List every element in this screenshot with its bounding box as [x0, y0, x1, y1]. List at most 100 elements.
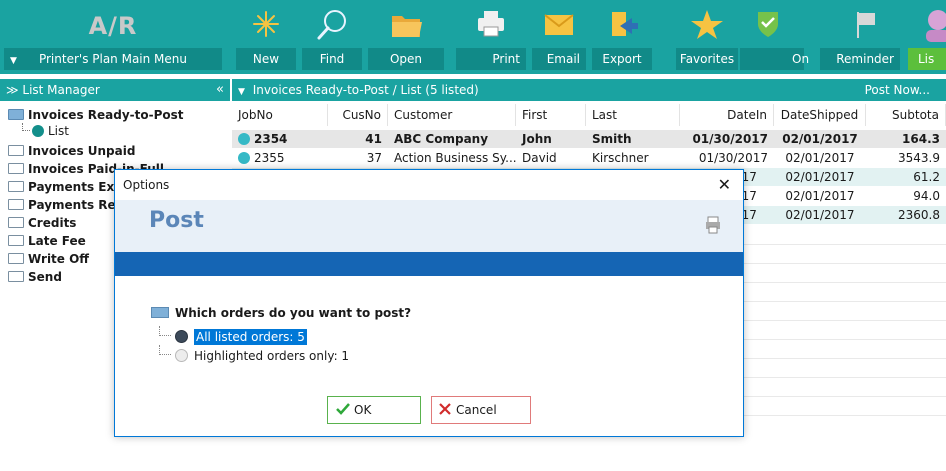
chevron-double-down-icon: ≫: [6, 83, 19, 97]
col-header-cusno[interactable]: CusNo: [328, 104, 388, 126]
tree-item-credits[interactable]: Credits: [8, 214, 76, 232]
dialog-heading: Post: [149, 208, 204, 233]
cell-last: Kirschner: [592, 151, 649, 165]
grid-title: Invoices Ready-to-Post / List (5 listed): [252, 83, 479, 97]
col-header-last[interactable]: Last: [586, 104, 680, 126]
open-button-label: Open: [368, 48, 444, 70]
col-header-subtotal[interactable]: Subtota: [866, 104, 946, 126]
main-menu-button[interactable]: ▼ Printer's Plan Main Menu: [4, 48, 222, 70]
cell-subtotal: 94.0: [913, 189, 940, 203]
folder-open-icon: [151, 307, 169, 318]
tree-item-label: Invoices Ready-to-Post: [28, 108, 184, 122]
dialog-accent-strip: [115, 252, 743, 276]
cell-last: Smith: [592, 132, 632, 146]
cell-subtotal: 2360.8: [898, 208, 940, 222]
cell-datein: 01/30/2017: [692, 132, 768, 146]
export-button[interactable]: Export: [592, 4, 652, 70]
post-now-button[interactable]: Post Now...: [865, 79, 930, 101]
cell-customer: ABC Company: [394, 132, 489, 146]
cell-first: John: [522, 132, 552, 146]
option-all-listed-label: All listed orders: 5: [194, 329, 307, 345]
list-button[interactable]: Lis: [908, 4, 946, 70]
dialog-banner: Post: [115, 200, 743, 252]
chevron-down-icon[interactable]: ▼: [238, 87, 245, 97]
export-icon: [612, 12, 638, 36]
col-header-first[interactable]: First: [516, 104, 586, 126]
find-button[interactable]: Find: [302, 4, 362, 70]
list-manager-header[interactable]: ≫ List Manager «: [0, 79, 230, 101]
tree-item-send[interactable]: Send: [8, 268, 62, 286]
reminder-button[interactable]: Reminder: [820, 4, 900, 70]
tree-item-label: Payments Rec: [28, 198, 123, 212]
tree-item-label: Invoices Unpaid: [28, 144, 136, 158]
printer-icon: [478, 11, 504, 37]
new-button-label: New: [236, 48, 296, 70]
tree-item-payments-rec[interactable]: Payments Rec: [8, 196, 123, 214]
cell-cusno: 37: [366, 151, 382, 165]
email-button[interactable]: Email: [532, 4, 586, 70]
radio-selected[interactable]: [175, 330, 188, 343]
tree-item-label: Late Fee: [28, 234, 86, 248]
tree-item-label: Payments Exp: [28, 180, 123, 194]
option-all-listed[interactable]: All listed orders: 5: [159, 326, 307, 345]
cell-dateshipped: 02/01/2017: [782, 132, 858, 146]
star-icon: [691, 10, 723, 39]
folder-icon: [8, 181, 24, 192]
tree-item-write-off[interactable]: Write Off: [8, 250, 89, 268]
new-button[interactable]: New: [236, 4, 296, 70]
tree-connector: [159, 345, 171, 355]
ok-label: OK: [354, 403, 372, 417]
on-toggle-button[interactable]: On: [740, 4, 809, 70]
cell-first: David: [522, 151, 557, 165]
cell-subtotal: 164.3: [902, 132, 940, 146]
print-button[interactable]: Print: [456, 4, 526, 70]
folder-icon: [8, 217, 24, 228]
brand-area: A/R ▼ Printer's Plan Main Menu: [4, 4, 222, 70]
status-dot-icon: [238, 133, 250, 145]
collapse-panel-icon[interactable]: «: [216, 79, 224, 101]
main-menu-label: Printer's Plan Main Menu: [38, 52, 188, 66]
close-icon[interactable]: ✕: [718, 170, 731, 200]
tree-connector: [22, 123, 30, 131]
dialog-titlebar[interactable]: Options ✕: [115, 170, 743, 200]
magnifier-icon: [317, 10, 346, 40]
tree-item-label: Write Off: [28, 252, 90, 266]
flag-icon: [857, 12, 875, 38]
option-highlighted-only[interactable]: Highlighted orders only: 1: [159, 345, 349, 363]
cell-subtotal: 3543.9: [898, 151, 940, 165]
tree-item-late-fee[interactable]: Late Fee: [8, 232, 86, 250]
reminder-button-label: Reminder: [820, 48, 900, 70]
grid-header-bar: ▼ Invoices Ready-to-Post / List (5 liste…: [232, 79, 946, 101]
open-button[interactable]: Open: [368, 4, 444, 70]
tree-item-payments-exp[interactable]: Payments Exp: [8, 178, 123, 196]
table-row[interactable]: 2354 41 ABC Company John Smith 01/30/201…: [232, 130, 946, 148]
export-button-label: Export: [592, 48, 652, 70]
tree-item-invoices-unpaid[interactable]: Invoices Unpaid: [8, 142, 135, 160]
col-header-datein[interactable]: DateIn: [680, 104, 774, 126]
col-header-customer[interactable]: Customer: [388, 104, 516, 126]
cell-dateshipped: 02/01/2017: [785, 151, 855, 165]
cancel-button[interactable]: Cancel: [431, 396, 531, 424]
x-icon: [439, 403, 451, 415]
folder-icon: [8, 271, 24, 282]
envelope-icon: [544, 14, 574, 35]
favorites-button[interactable]: Favorites: [676, 4, 738, 70]
col-header-dateshipped[interactable]: DateShipped: [774, 104, 866, 126]
folder-icon: [8, 253, 24, 264]
cell-customer: Action Business Sy...: [394, 151, 516, 165]
question-label: Which orders do you want to post?: [151, 304, 411, 322]
list-manager-title: List Manager: [22, 83, 100, 97]
tree-sub-label: List: [48, 124, 69, 138]
dialog-title: Options: [123, 178, 170, 192]
find-button-label: Find: [302, 48, 362, 70]
radio-unselected[interactable]: [175, 349, 188, 362]
col-header-jobno[interactable]: JobNo: [232, 104, 328, 126]
shield-check-icon: [758, 12, 778, 37]
folder-open-icon: [8, 109, 24, 120]
tree-item-label: Send: [28, 270, 62, 284]
ok-button[interactable]: OK: [327, 396, 421, 424]
cell-cusno: 41: [365, 132, 382, 146]
table-row[interactable]: 2355 37 Action Business Sy... David Kirs…: [232, 149, 946, 167]
tree-item-list[interactable]: List: [22, 122, 69, 140]
print-preview-icon[interactable]: [705, 216, 721, 234]
